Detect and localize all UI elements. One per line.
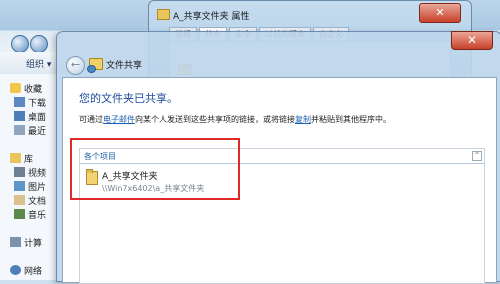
document-library-icon (14, 195, 25, 205)
description-text-1: 可通过 (79, 115, 103, 124)
nav-item-downloads[interactable]: 下载 (28, 96, 46, 109)
page-heading: 您的文件夹已共享。 (79, 92, 178, 105)
nav-item-music[interactable]: 音乐 (28, 208, 46, 221)
computer-icon (10, 237, 21, 247)
nav-item-recent[interactable]: 最近 (28, 124, 46, 137)
copy-link[interactable]: 复制 (295, 115, 311, 124)
email-link[interactable]: 电子邮件 (103, 115, 135, 124)
nav-item-libraries[interactable]: 库 (24, 152, 33, 165)
folder-icon (157, 9, 170, 20)
video-library-icon (14, 167, 25, 177)
nav-item-network[interactable]: 网络 (24, 264, 42, 277)
nav-item-pictures[interactable]: 图片 (28, 180, 46, 193)
highlight-box (70, 138, 240, 200)
dialog-caption-bar: ← 文件共享 (62, 54, 496, 76)
share-description: 可通过电子邮件向某个人发送到这些共享项的链接，或将链接复制并粘贴到其他程序中。 (79, 114, 391, 125)
nav-item-videos[interactable]: 视频 (28, 166, 46, 179)
recent-places-icon (14, 125, 25, 135)
collapse-icon[interactable]: ^ (472, 151, 482, 161)
back-button[interactable]: ← (66, 56, 85, 75)
forward-nav-button[interactable] (30, 35, 48, 53)
organize-menu[interactable]: 组织 ▾ (26, 57, 51, 70)
properties-close-button[interactable]: ✕ (419, 3, 461, 23)
shared-folder-icon (87, 58, 103, 73)
nav-item-desktop[interactable]: 桌面 (28, 110, 46, 123)
library-icon (10, 153, 21, 163)
star-icon (10, 83, 21, 93)
picture-library-icon (14, 181, 25, 191)
properties-window-title: A_共享文件夹 属性 (173, 12, 250, 22)
desktop-icon (14, 111, 25, 121)
dialog-title: 文件共享 (106, 61, 143, 71)
nav-item-documents[interactable]: 文档 (28, 194, 46, 207)
download-folder-icon (14, 97, 25, 107)
dialog-close-button[interactable]: ✕ (451, 31, 493, 50)
nav-item-favorites[interactable]: 收藏 (24, 82, 42, 95)
back-nav-button[interactable] (11, 35, 29, 53)
network-icon (10, 265, 21, 275)
music-library-icon (14, 209, 25, 219)
nav-item-computer[interactable]: 计算 (24, 236, 42, 249)
description-text-2: 向某个人发送到这些共享项的链接，或将链接 (135, 115, 295, 124)
navigation-pane: 收藏 下载 桌面 最近 库 视频 图片 文档 音乐 计算 网络 (0, 74, 62, 280)
description-text-3: 并粘贴到其他程序中。 (311, 115, 391, 124)
